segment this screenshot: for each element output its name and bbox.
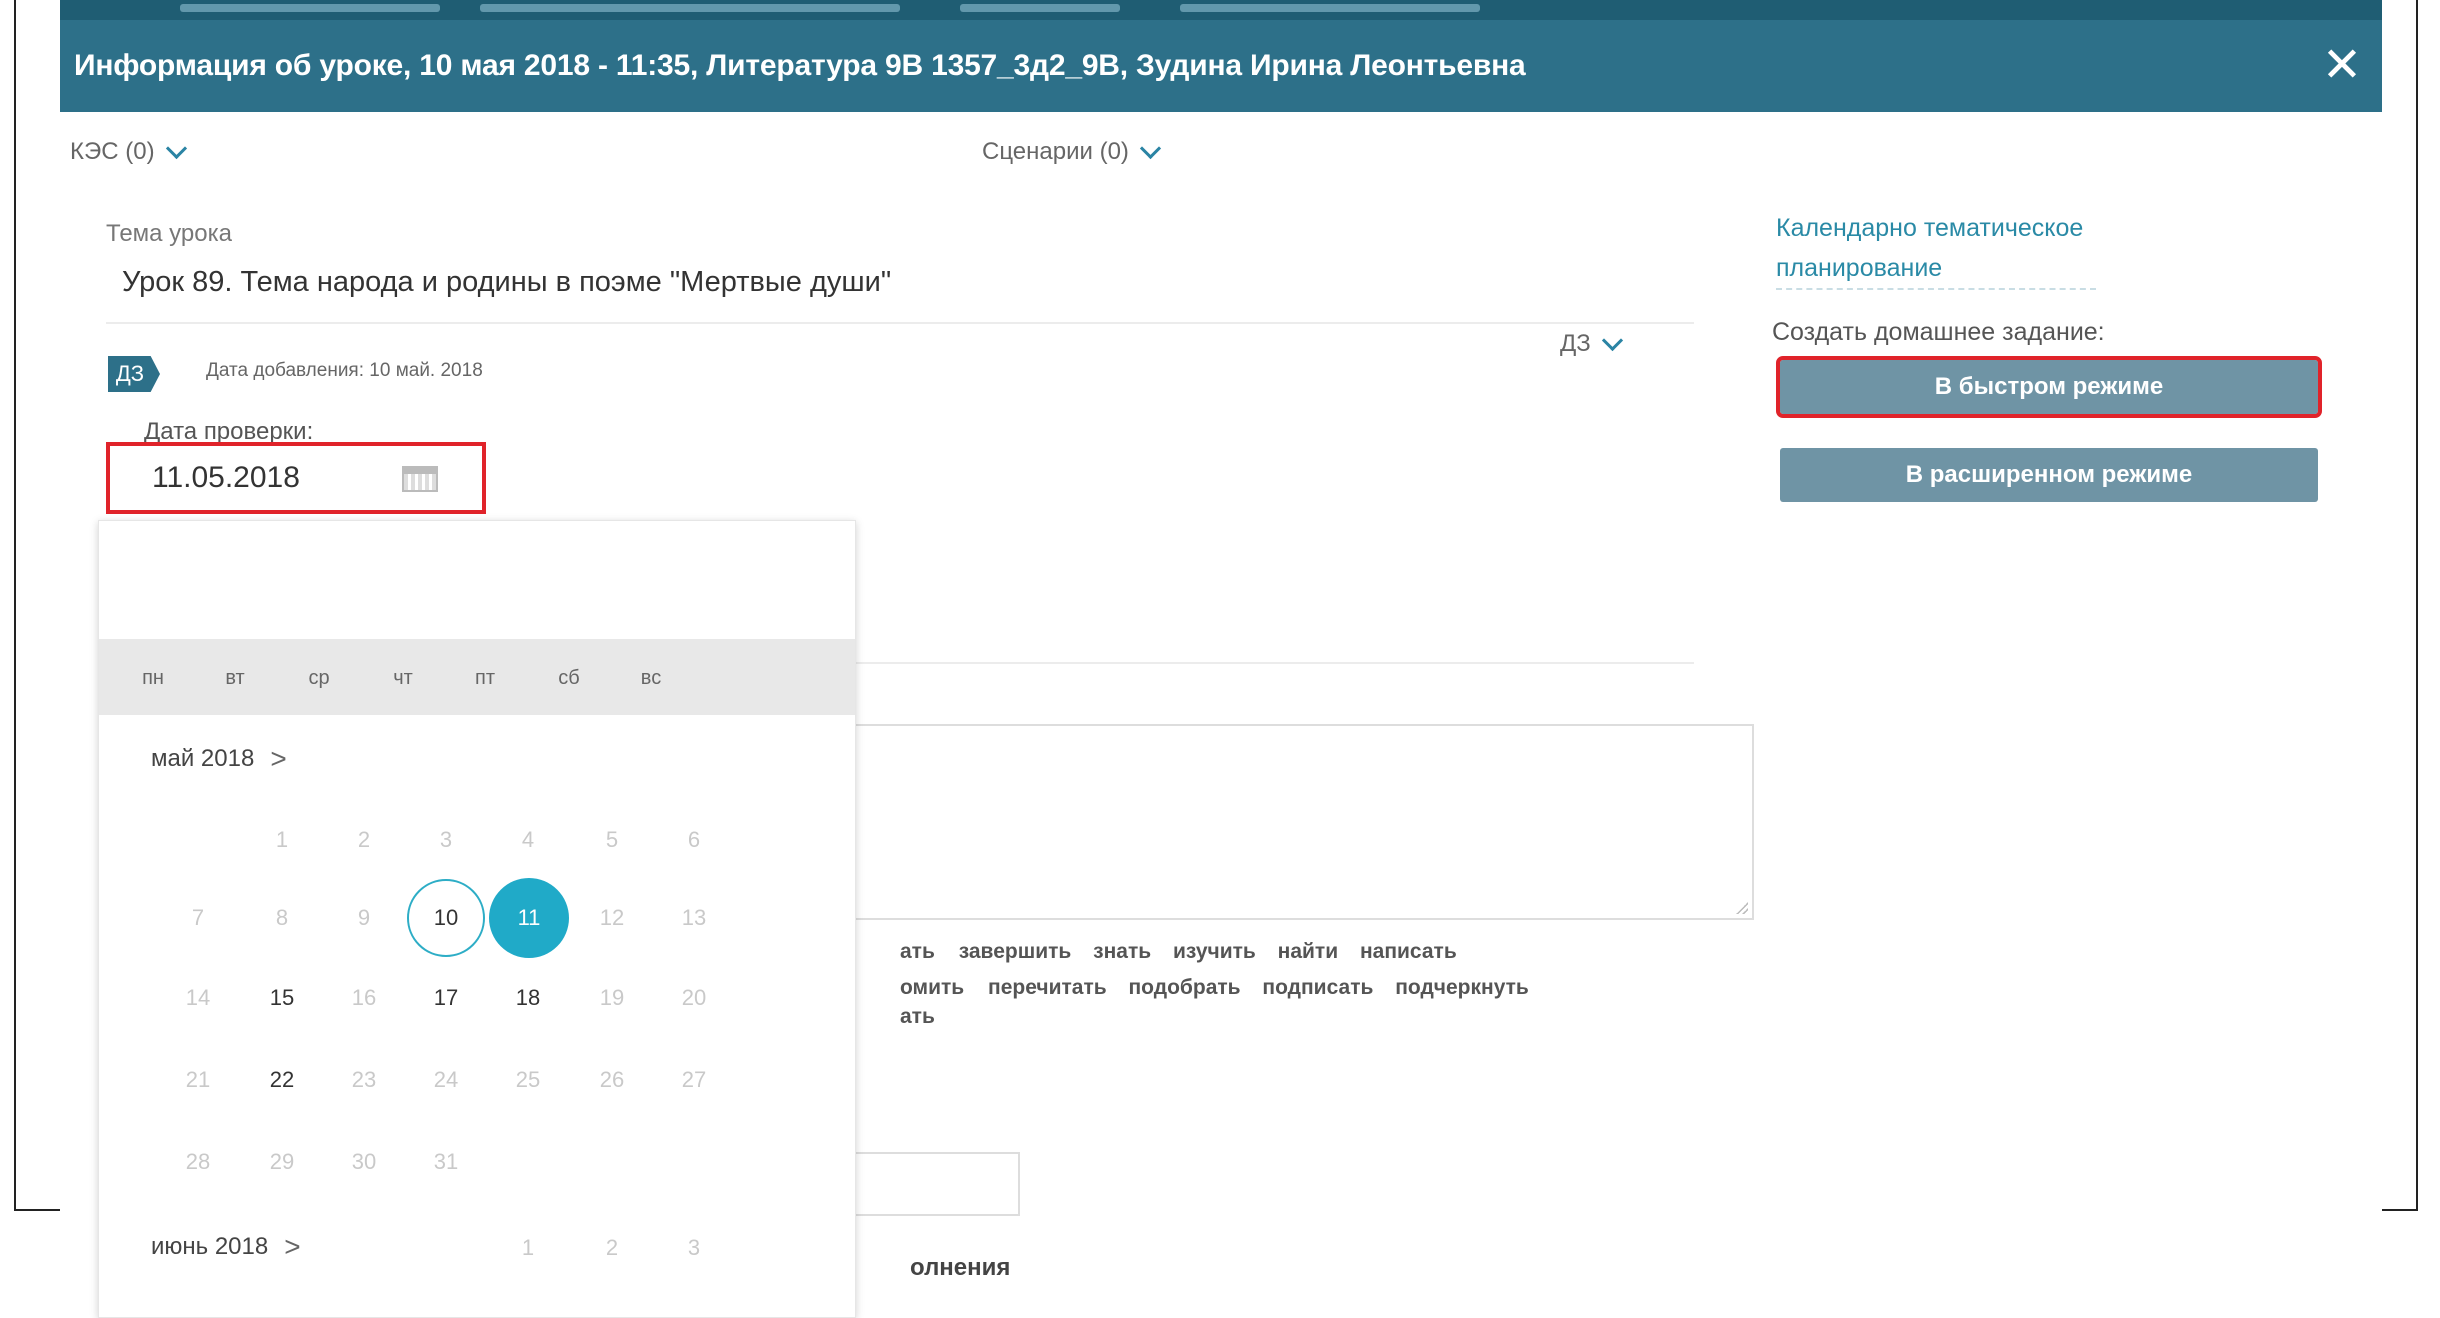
weekday-label: вт (225, 667, 245, 689)
kes-label: КЭС (0) (70, 138, 155, 165)
calendar-day[interactable]: 4 (485, 807, 571, 873)
datepicker-popup: пн вт ср чт пт сб вс май 2018 > 1 2 3 4 … (98, 520, 856, 1318)
calendar-day[interactable]: 13 (651, 885, 737, 951)
month-june[interactable]: июнь 2018 > (151, 1231, 301, 1263)
weekday-label: ср (308, 667, 330, 689)
kes-dropdown[interactable]: КЭС (0) (70, 137, 187, 166)
added-date: Дата добавления: 10 май. 2018 (206, 360, 483, 381)
calendar-day[interactable]: 16 (321, 965, 407, 1031)
calendar-day[interactable]: 7 (155, 885, 241, 951)
lesson-info-dialog: КЭС (0) Сценарии (0) Тема урока Урок 89.… (60, 112, 2382, 1318)
weekday-label: чт (393, 667, 413, 689)
calendar-day[interactable]: 29 (239, 1129, 325, 1195)
verb-chip[interactable]: ать (900, 940, 935, 963)
calendar-day[interactable]: 3 (403, 807, 489, 873)
weekday-label: пт (475, 667, 495, 689)
topic-value: Урок 89. Тема народа и родины в поэме "М… (122, 266, 892, 298)
verb-chip[interactable]: омить (900, 976, 964, 999)
weekday-label: сб (558, 667, 580, 689)
dialog-title: Информация об уроке, 10 мая 2018 - 11:35… (74, 49, 1526, 82)
check-date-input[interactable] (150, 460, 374, 496)
dz-tag: ДЗ (108, 356, 160, 392)
calendar-day[interactable]: 21 (155, 1047, 241, 1113)
weekday-header: пн вт ср чт пт сб вс (99, 639, 855, 715)
verb-chip[interactable]: изучить (1173, 940, 1256, 963)
calendar-day[interactable]: 15 (239, 965, 325, 1031)
calendar-day[interactable]: 26 (569, 1047, 655, 1113)
calendar-day[interactable]: 1 (485, 1215, 571, 1281)
calendar-icon[interactable] (402, 466, 438, 492)
verb-chip[interactable]: найти (1278, 940, 1338, 963)
verb-chip[interactable]: написать (1360, 940, 1457, 963)
fast-mode-button[interactable]: В быстром режиме (1776, 356, 2322, 418)
verb-chip[interactable]: перечитать (988, 976, 1107, 999)
month-label: июнь 2018 (151, 1233, 269, 1260)
calendar-day[interactable]: 25 (485, 1047, 571, 1113)
calendar-day[interactable]: 5 (569, 807, 655, 873)
top-strip (60, 0, 2382, 20)
check-date-field[interactable] (106, 442, 486, 514)
dialog-header: Информация об уроке, 10 мая 2018 - 11:35… (60, 20, 2382, 112)
homework-textarea[interactable] (844, 724, 1754, 920)
verb-chip[interactable]: ать (900, 1005, 935, 1028)
chevron-right-icon: > (270, 743, 287, 774)
calendar-day[interactable]: 9 (321, 885, 407, 951)
calendar-day[interactable]: 19 (569, 965, 655, 1031)
create-homework-label: Создать домашнее задание: (1772, 318, 2105, 346)
verb-chip[interactable]: завершить (959, 940, 1072, 963)
calendar-day[interactable]: 6 (651, 807, 737, 873)
calendar-day[interactable]: 1 (239, 807, 325, 873)
calendar-day[interactable]: 3 (651, 1215, 737, 1281)
chevron-down-icon (1601, 329, 1623, 351)
calendar-day[interactable]: 17 (403, 965, 489, 1031)
verb-chip[interactable]: подписать (1262, 976, 1373, 999)
verb-chip[interactable]: знать (1093, 940, 1151, 963)
calendar-day[interactable]: 14 (155, 965, 241, 1031)
calendar-day[interactable]: 8 (239, 885, 325, 951)
calendar-day[interactable]: 18 (485, 965, 571, 1031)
calendar-day[interactable]: 31 (403, 1129, 489, 1195)
input-box[interactable] (844, 1152, 1020, 1216)
extended-mode-button[interactable]: В расширенном режиме (1780, 448, 2318, 502)
dz-dropdown-label: ДЗ (1560, 330, 1591, 357)
chevron-down-icon (165, 137, 187, 159)
chevron-right-icon: > (284, 1231, 301, 1262)
topic-label: Тема урока (106, 220, 232, 247)
calendar-day-today[interactable]: 10 (407, 879, 485, 957)
calendar-day[interactable]: 27 (651, 1047, 737, 1113)
ktp-link[interactable]: Календарно тематическое планирование (1776, 208, 2096, 290)
verb-chip[interactable]: подобрать (1129, 976, 1241, 999)
calendar-day[interactable]: 2 (321, 807, 407, 873)
chevron-down-icon (1139, 137, 1162, 159)
calendar-day[interactable]: 24 (403, 1047, 489, 1113)
calendar-day[interactable]: 22 (239, 1047, 325, 1113)
weekday-label: пн (142, 667, 164, 689)
month-label: май 2018 (151, 745, 255, 772)
calendar-day[interactable]: 30 (321, 1129, 407, 1195)
scenarios-label: Сценарии (0) (982, 138, 1129, 165)
close-icon[interactable]: ✕ (2316, 40, 2368, 92)
calendar-day-selected[interactable]: 11 (489, 878, 569, 958)
weekday-label: вс (640, 667, 662, 689)
scenarios-dropdown[interactable]: Сценарии (0) (982, 137, 1162, 166)
calendar-day[interactable]: 28 (155, 1129, 241, 1195)
calendar-day[interactable]: 12 (569, 885, 655, 951)
calendar-day[interactable]: 2 (569, 1215, 655, 1281)
divider (844, 662, 1694, 664)
calendar-day[interactable]: 20 (651, 965, 737, 1031)
verb-chip[interactable]: подчеркнуть (1395, 976, 1529, 999)
dz-dropdown[interactable]: ДЗ (1560, 329, 1623, 358)
calendar-day[interactable]: 23 (321, 1047, 407, 1113)
execution-label: олнения (910, 1254, 1011, 1281)
month-may[interactable]: май 2018 > (151, 743, 287, 775)
verb-suggestions: ать завершить знать изучить найти написа… (900, 934, 1800, 1028)
divider (106, 322, 1694, 324)
